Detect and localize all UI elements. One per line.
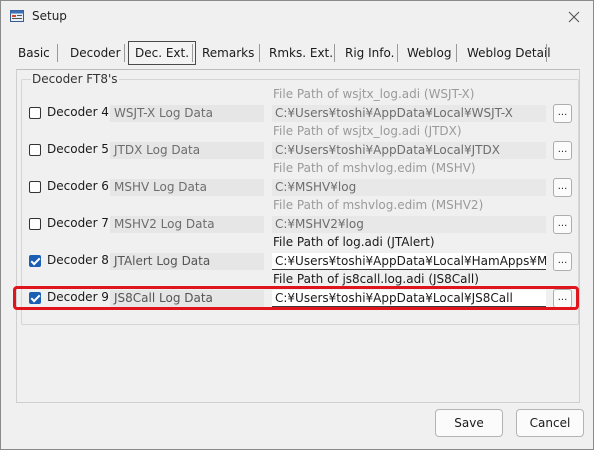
browse-button[interactable]: ... bbox=[553, 104, 572, 123]
tab-rmks-ext[interactable]: Rmks. Ext. bbox=[263, 42, 339, 64]
path-input[interactable]: C:¥Users¥toshi¥AppData¥Local¥HamApps¥My … bbox=[272, 253, 546, 270]
path-input[interactable]: C:¥MSHV¥log bbox=[272, 179, 546, 196]
browse-button[interactable]: ... bbox=[553, 178, 572, 197]
cancel-button[interactable]: Cancel bbox=[516, 409, 584, 437]
decoder-checkbox[interactable] bbox=[29, 181, 41, 193]
path-input[interactable]: C:¥MSHV2¥log bbox=[272, 216, 546, 233]
decoder-checkbox[interactable] bbox=[29, 144, 41, 156]
decoder-row-6: File Path of mshvlog.edim (MSHV) Decoder… bbox=[0, 160, 594, 197]
title-bar: Setup bbox=[1, 1, 593, 32]
log-data-label: JTDX Log Data bbox=[110, 142, 264, 159]
path-caption: File Path of wsjtx_log.adi (WSJT-X) bbox=[273, 87, 475, 101]
close-button[interactable] bbox=[555, 1, 593, 32]
save-button[interactable]: Save bbox=[435, 409, 503, 437]
tab-weblog-detail[interactable]: Weblog Detail bbox=[461, 42, 557, 64]
app-icon bbox=[10, 9, 24, 23]
path-caption: File Path of mshvlog.edim (MSHV) bbox=[273, 161, 476, 175]
decoder-checkbox[interactable] bbox=[29, 218, 41, 230]
tab-separator bbox=[546, 44, 547, 62]
decoder-checkbox[interactable] bbox=[29, 107, 41, 119]
tab-separator bbox=[259, 44, 260, 62]
browse-button[interactable]: ... bbox=[553, 252, 572, 271]
path-input[interactable]: C:¥Users¥toshi¥AppData¥Local¥JTDX bbox=[272, 142, 546, 159]
decoder-row-7: File Path of mshvlog.edim (MSHV2) Decode… bbox=[0, 197, 594, 234]
path-caption: File Path of log.adi (JTAlert) bbox=[273, 235, 435, 249]
tab-separator bbox=[456, 44, 457, 62]
tab-separator bbox=[57, 44, 58, 62]
close-icon bbox=[568, 11, 580, 22]
decoder-row-8: File Path of log.adi (JTAlert) Decoder 8… bbox=[0, 234, 594, 271]
path-caption: File Path of js8call.log.adi (JS8Call) bbox=[273, 272, 479, 286]
browse-button[interactable]: ... bbox=[553, 215, 572, 234]
tab-basic[interactable]: Basic bbox=[12, 42, 56, 64]
decoder-checkbox[interactable] bbox=[29, 255, 41, 267]
tab-separator bbox=[124, 44, 125, 62]
tab-rig-info[interactable]: Rig Info. bbox=[339, 42, 400, 64]
decoder-label: Decoder 4 bbox=[47, 105, 109, 119]
tab-separator bbox=[334, 44, 335, 62]
log-data-label: MSHV Log Data bbox=[110, 179, 264, 196]
log-data-label: WSJT-X Log Data bbox=[110, 105, 264, 122]
group-title: Decoder FT8's bbox=[31, 72, 119, 86]
tab-remarks[interactable]: Remarks bbox=[196, 42, 260, 64]
decoder-label: Decoder 6 bbox=[47, 179, 109, 193]
tab-weblog[interactable]: Weblog bbox=[401, 42, 457, 64]
log-data-label: MSHV2 Log Data bbox=[110, 216, 264, 233]
path-caption: File Path of wsjtx_log.adi (JTDX) bbox=[273, 124, 462, 138]
highlight-annotation bbox=[13, 286, 579, 310]
window-title: Setup bbox=[32, 9, 67, 23]
tab-separator bbox=[397, 44, 398, 62]
path-caption: File Path of mshvlog.edim (MSHV2) bbox=[273, 198, 484, 212]
decoder-row-4: File Path of wsjtx_log.adi (WSJT-X) Deco… bbox=[0, 86, 594, 123]
path-input[interactable]: C:¥Users¥toshi¥AppData¥Local¥WSJT-X bbox=[272, 105, 546, 122]
tab-separator bbox=[192, 44, 193, 62]
tab-dec-ext[interactable]: Dec. Ext. bbox=[128, 41, 197, 65]
decoder-label: Decoder 7 bbox=[47, 216, 109, 230]
log-data-label: JTAlert Log Data bbox=[110, 253, 264, 270]
tab-decoder[interactable]: Decoder bbox=[64, 42, 127, 64]
browse-button[interactable]: ... bbox=[553, 141, 572, 160]
decoder-label: Decoder 5 bbox=[47, 142, 109, 156]
decoder-label: Decoder 8 bbox=[47, 253, 109, 267]
decoder-row-5: File Path of wsjtx_log.adi (JTDX) Decode… bbox=[0, 123, 594, 160]
